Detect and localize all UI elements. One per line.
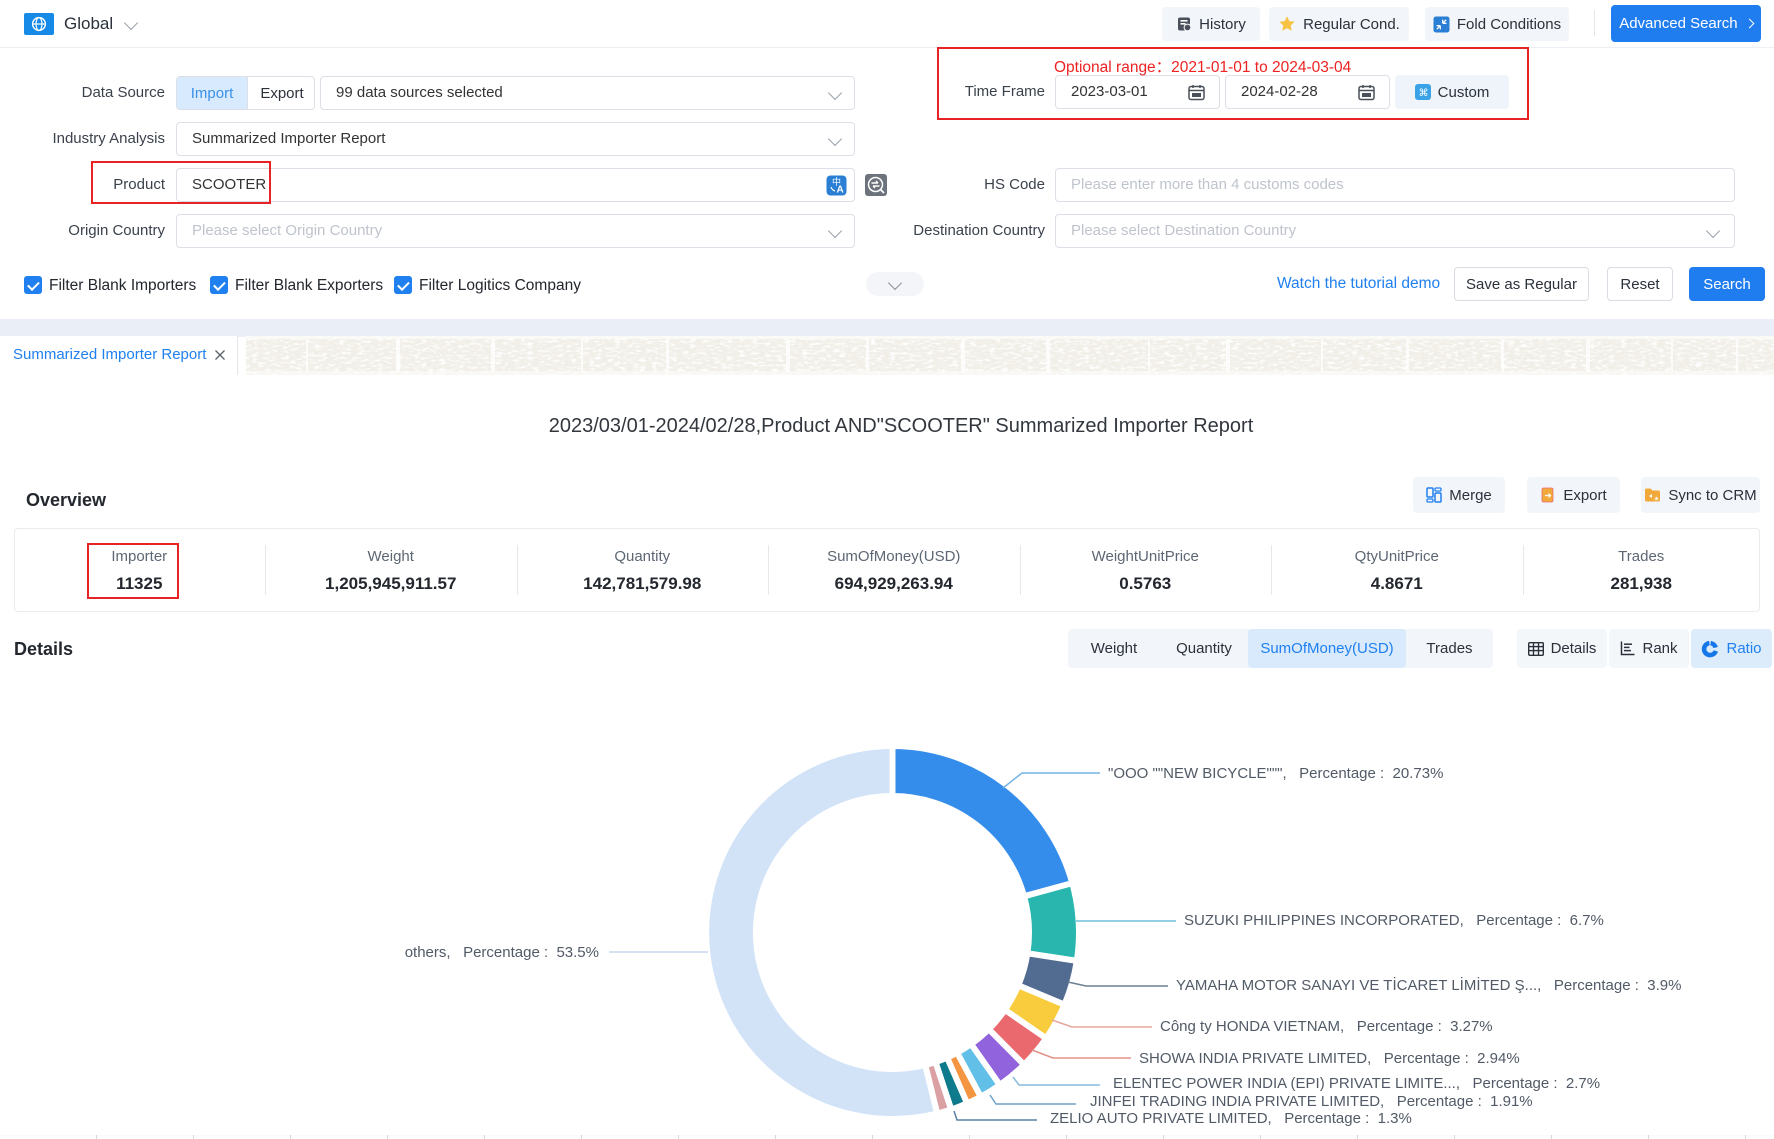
svg-text:Công ty HONDA VIETNAM, Perce: Công ty HONDA VIETNAM, Percentage : 3.27… xyxy=(1160,1018,1493,1035)
svg-text:others, Percentage : 53.5%: others, Percentage : 53.5% xyxy=(405,944,599,961)
svg-text:A: A xyxy=(837,185,844,196)
svg-text:"OOO ""NEW BICYCLE""", Perce: "OOO ""NEW BICYCLE""", Percentage : 20.7… xyxy=(1108,765,1443,782)
svg-text:SUZUKI PHILIPPINES INCORPORATE: SUZUKI PHILIPPINES INCORPORATED, Percent… xyxy=(1184,912,1604,929)
svg-text:SHOWA INDIA PRIVATE LIMITED,: SHOWA INDIA PRIVATE LIMITED, Percentage … xyxy=(1139,1050,1520,1067)
svg-text:JINFEI TRADING INDIA PRIVATE L: JINFEI TRADING INDIA PRIVATE LIMITED, Pe… xyxy=(1090,1093,1533,1110)
svg-text:ELENTEC POWER INDIA (EPI) PRIV: ELENTEC POWER INDIA (EPI) PRIVATE LIMITE… xyxy=(1113,1075,1600,1092)
svg-text:ZELIO AUTO PRIVATE LIMITED,: ZELIO AUTO PRIVATE LIMITED, Percentage :… xyxy=(1050,1110,1412,1127)
svg-text:YAMAHA MOTOR SANAYI VE TİCARET: YAMAHA MOTOR SANAYI VE TİCARET LİMİTED Ş… xyxy=(1176,976,1681,994)
